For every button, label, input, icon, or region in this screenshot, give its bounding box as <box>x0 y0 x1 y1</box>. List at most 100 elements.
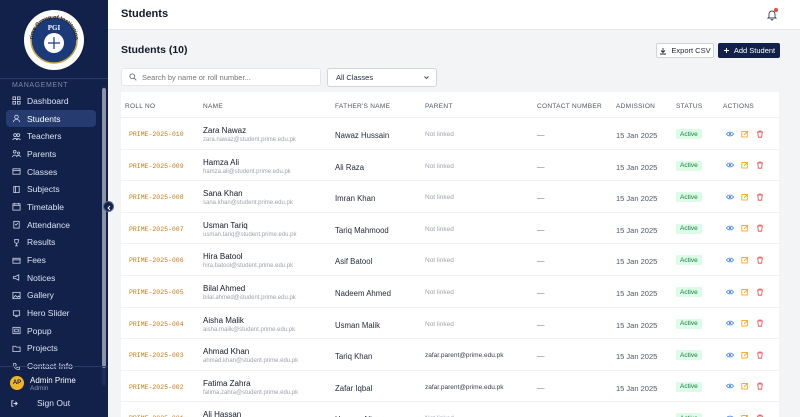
column-header: ACTIONS <box>723 103 754 110</box>
search-field[interactable] <box>121 68 321 86</box>
sign-out-button[interactable]: Sign Out <box>10 398 70 408</box>
parents-icon <box>12 149 21 158</box>
edit-icon[interactable] <box>740 192 749 201</box>
sidebar-item-notices[interactable]: Notices <box>6 269 96 287</box>
trash-icon[interactable] <box>755 382 764 391</box>
trash-icon[interactable] <box>755 350 764 359</box>
table-header: ROLL NO NAME FATHER'S NAME PARENT CONTACT NU… <box>121 92 779 118</box>
view-icon[interactable] <box>725 413 734 417</box>
trash-icon[interactable] <box>755 224 764 233</box>
view-icon[interactable] <box>725 255 734 264</box>
edit-icon[interactable] <box>740 161 749 170</box>
sidebar-item-classes[interactable]: Classes <box>6 163 96 181</box>
parent-link: zafar.parent@prime.edu.pk <box>425 383 504 391</box>
main-content: Students (10) Export CSV Add Student All… <box>108 30 800 417</box>
view-icon[interactable] <box>725 319 734 328</box>
status-badge: Active <box>676 350 702 361</box>
edit-icon[interactable] <box>740 319 749 328</box>
edit-icon[interactable] <box>740 413 749 417</box>
class-filter-value: All Classes <box>336 73 374 82</box>
view-icon[interactable] <box>725 129 734 138</box>
sidebar-item-gallery[interactable]: Gallery <box>6 287 96 305</box>
column-header[interactable]: STATUS <box>676 103 702 110</box>
view-icon[interactable] <box>725 224 734 233</box>
sidebar-item-results[interactable]: Results <box>6 234 96 252</box>
user-profile[interactable]: AP Admin Prime Admin <box>0 366 108 396</box>
column-header[interactable]: FATHER'S NAME <box>335 103 390 110</box>
collapse-sidebar-button[interactable] <box>103 201 114 212</box>
table-row: PRIME-2025-005 Bilal Ahmed bilal.ahmed@stu… <box>121 276 779 308</box>
sidebar-item-attendance[interactable]: Attendance <box>6 216 96 234</box>
edit-icon[interactable] <box>740 287 749 296</box>
export-csv-button[interactable]: Export CSV <box>656 43 714 58</box>
sidebar-item-label: Attendance <box>27 219 71 230</box>
trash-icon[interactable] <box>755 161 764 170</box>
sidebar-item-teachers[interactable]: Teachers <box>6 127 96 145</box>
sidebar-scrollbar-thumb[interactable] <box>102 88 106 368</box>
sidebar-item-dashboard[interactable]: Dashboard <box>6 92 96 110</box>
contact-number: — <box>537 256 545 266</box>
admission-date: 15 Jan 2025 <box>616 225 658 235</box>
status-badge: Active <box>676 192 702 203</box>
view-icon[interactable] <box>725 382 734 391</box>
roll-number: PRIME-2025-007 <box>129 225 184 233</box>
column-header[interactable]: NAME <box>203 103 223 110</box>
search-input[interactable] <box>142 72 312 82</box>
student-email: fatima.zahra@student.prime.edu.pk <box>203 389 299 396</box>
parent-link: Not linked <box>425 320 454 328</box>
sidebar-item-students[interactable]: Students <box>6 109 96 128</box>
view-icon[interactable] <box>725 192 734 201</box>
add-student-label: Add Student <box>733 46 776 55</box>
sidebar-item-popup[interactable]: Popup <box>6 322 96 340</box>
view-icon[interactable] <box>725 350 734 359</box>
export-csv-label: Export CSV <box>671 46 711 55</box>
edit-icon[interactable] <box>740 255 749 264</box>
father-name: Ali Raza <box>335 162 365 172</box>
edit-icon[interactable] <box>740 224 749 233</box>
column-header[interactable]: CONTACT NUMBER <box>537 103 602 110</box>
trash-icon[interactable] <box>755 192 764 201</box>
student-name: Ahmad Khan <box>203 347 250 357</box>
view-icon[interactable] <box>725 161 734 170</box>
admission-date: 15 Jan 2025 <box>616 352 658 362</box>
contact-number: — <box>537 224 545 234</box>
search-icon <box>129 68 137 86</box>
edit-icon[interactable] <box>740 382 749 391</box>
contact-number: — <box>537 382 545 392</box>
top-bar: Students <box>108 0 800 30</box>
megaphone-icon <box>12 273 21 282</box>
sidebar-item-label: Projects <box>27 343 58 354</box>
add-student-button[interactable]: Add Student <box>718 43 780 58</box>
trash-icon[interactable] <box>755 287 764 296</box>
notification-badge <box>774 8 778 12</box>
class-filter-select[interactable]: All Classes <box>327 68 437 87</box>
table-row: PRIME-2025-004 Aisha Malik aisha.malik@stu… <box>121 308 779 340</box>
avatar: AP <box>10 376 24 390</box>
trophy-icon <box>12 238 21 247</box>
edit-icon[interactable] <box>740 350 749 359</box>
edit-icon[interactable] <box>740 129 749 138</box>
trash-icon[interactable] <box>755 255 764 264</box>
parent-link: Not linked <box>425 257 454 265</box>
sidebar-item-parents[interactable]: Parents <box>6 145 96 163</box>
student-email: sana.khan@student.prime.edu.pk <box>203 200 293 207</box>
student-name: Hamza Ali <box>203 157 240 167</box>
sidebar-item-timetable[interactable]: Timetable <box>6 198 96 216</box>
logo-initials: PGI <box>47 24 61 32</box>
view-icon[interactable] <box>725 287 734 296</box>
sidebar-item-projects[interactable]: Projects <box>6 340 96 358</box>
column-header[interactable]: ROLL NO <box>125 103 155 110</box>
sidebar-item-label: Students <box>27 113 61 124</box>
admission-date: 15 Jan 2025 <box>616 289 658 298</box>
trash-icon[interactable] <box>755 413 764 417</box>
column-header[interactable]: ADMISSION <box>616 103 655 110</box>
trash-icon[interactable] <box>755 129 764 138</box>
sidebar-item-hero-slider[interactable]: Hero Slider <box>6 304 96 322</box>
popup-icon <box>12 326 21 335</box>
status-badge: Active <box>676 129 702 139</box>
sidebar-item-fees[interactable]: Fees <box>6 251 96 269</box>
sidebar-divider <box>0 78 108 79</box>
trash-icon[interactable] <box>755 319 764 328</box>
sidebar-item-subjects[interactable]: Subjects <box>6 180 96 198</box>
column-header[interactable]: PARENT <box>425 103 453 110</box>
